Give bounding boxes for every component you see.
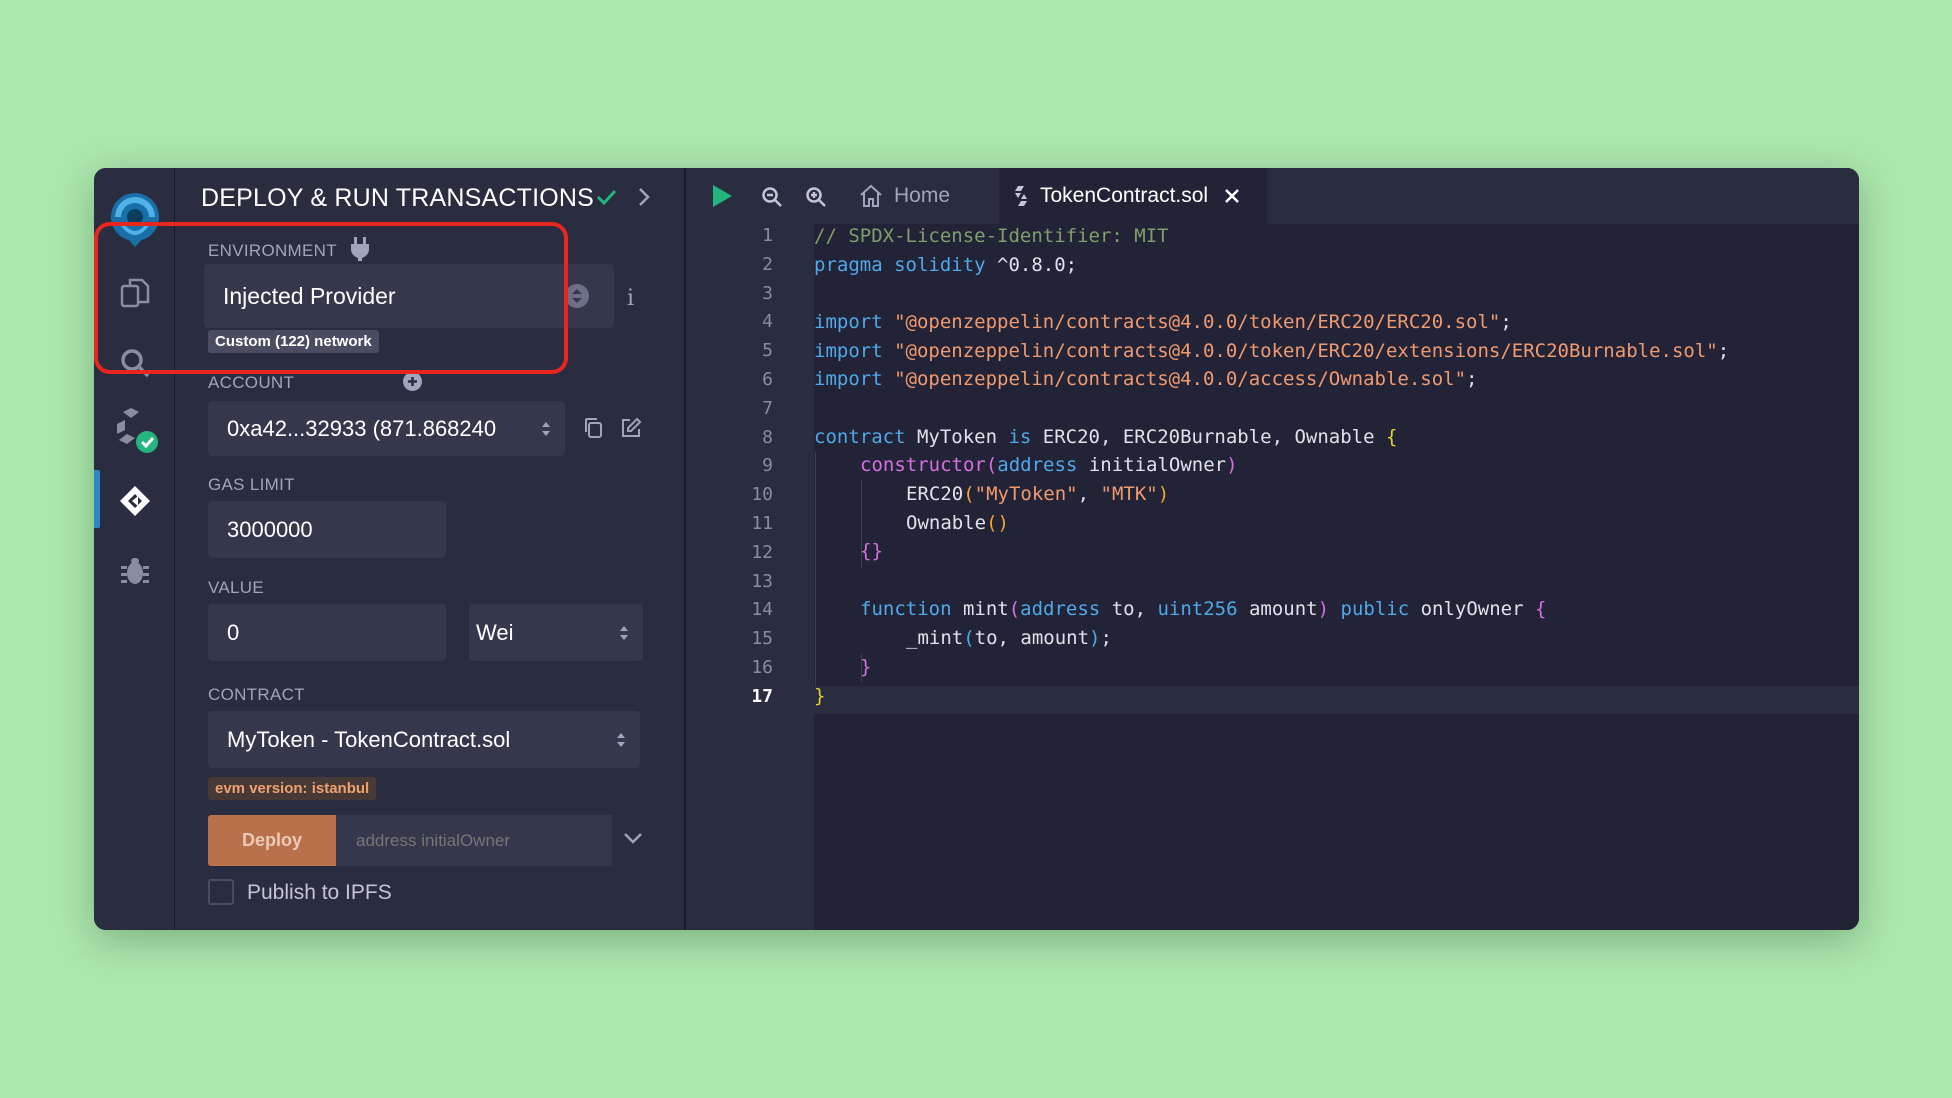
value-input[interactable]: 0 [208,604,446,661]
line-number: 4 [762,311,773,333]
copy-icon[interactable] [582,416,604,445]
zoom-in-icon[interactable] [805,186,827,213]
line-number: 6 [762,369,773,390]
deploy-button[interactable]: Deploy [208,815,336,866]
deploy-run-icon[interactable] [94,476,175,526]
solidity-file-icon [1015,186,1027,206]
gas-limit-input[interactable]: 3000000 [208,501,446,558]
line-number: 12 [751,541,773,563]
code-line-5: import "@openzeppelin/contracts@4.0.0/to… [814,340,1730,362]
zoom-out-icon[interactable] [761,186,783,213]
select-arrows-icon [620,625,628,640]
check-icon [595,186,617,213]
code-line-15: _mint(to, amount); [906,627,1112,649]
debugger-icon[interactable] [94,546,175,596]
select-arrows-icon [565,284,589,308]
value-unit: Wei [476,619,514,645]
tab-token-contract-label: TokenContract.sol [1040,184,1209,207]
line-number: 15 [751,628,773,650]
home-icon [860,184,882,207]
edit-icon[interactable] [619,416,643,445]
code-line-10: ERC20("MyToken", "MTK") [906,483,1170,505]
solidity-compiler-icon[interactable] [94,406,175,456]
select-arrows-icon [617,732,625,747]
code-line-2: pragma solidity ^0.8.0; [814,254,1078,276]
evm-version-badge: evm version: istanbul [208,777,377,800]
info-icon[interactable]: i [627,286,634,311]
gas-limit-label: GAS LIMIT [208,475,295,494]
value-unit-select[interactable]: Wei [469,604,643,661]
tab-token-contract[interactable]: TokenContract.sol [999,168,1267,224]
publish-label: Publish to IPFS [247,881,392,904]
line-number: 13 [751,570,773,592]
add-account-icon[interactable] [403,372,422,391]
code-line-14: function mint(address to, uint256 amount… [860,598,1547,620]
tab-bar: Home TokenContract.sol [686,168,1859,224]
code-line-11: Ownable() [906,512,1009,534]
publish-checkbox[interactable] [208,879,234,905]
account-value: 0xa42...32933 (871.868240 [227,415,497,441]
code-line-6: import "@openzeppelin/contracts@4.0.0/ac… [814,368,1478,390]
line-number: 10 [751,484,773,506]
line-number: 11 [751,513,773,534]
line-number: 2 [762,253,773,275]
line-number: 5 [762,340,773,362]
contract-label: CONTRACT [208,685,305,704]
code-line-8: contract MyToken is ERC20, ERC20Burnable… [814,426,1398,448]
account-label: ACCOUNT [208,373,295,392]
chevron-right-icon[interactable] [636,186,652,213]
contract-value: MyToken - TokenContract.sol [227,726,511,752]
line-number: 14 [751,599,773,621]
close-icon[interactable] [1223,187,1241,205]
account-select[interactable]: 0xa42...32933 (871.868240 [208,401,565,456]
panel-title: DEPLOY & RUN TRANSACTIONS [201,184,595,212]
deploy-args-input[interactable] [336,815,612,866]
line-number: 17 [751,685,773,707]
active-line-highlight [814,686,1859,714]
code-line-4: import "@openzeppelin/contracts@4.0.0/to… [814,311,1512,333]
code-line-12: {} [860,540,883,562]
line-number: 7 [762,397,773,419]
tab-home[interactable]: Home [858,168,950,224]
select-arrows-icon [542,421,550,436]
tab-home-label: Home [894,184,951,207]
line-number: 16 [751,657,773,678]
code-line-9: constructor(address initialOwner) [860,454,1238,476]
contract-select[interactable]: MyToken - TokenContract.sol [208,711,640,768]
line-number: 3 [762,282,773,304]
line-number: 8 [762,426,773,448]
code-line-16: } [860,656,872,678]
line-number: 9 [762,455,773,477]
code-line-17: } [814,685,826,707]
value-label: VALUE [208,578,264,597]
code-line-1: // SPDX-License-Identifier: MIT [814,225,1169,247]
run-icon[interactable] [711,184,733,213]
environment-highlight [94,222,568,374]
chevron-down-icon[interactable] [622,830,644,851]
line-number: 1 [762,225,773,246]
indent-guide [815,452,816,686]
